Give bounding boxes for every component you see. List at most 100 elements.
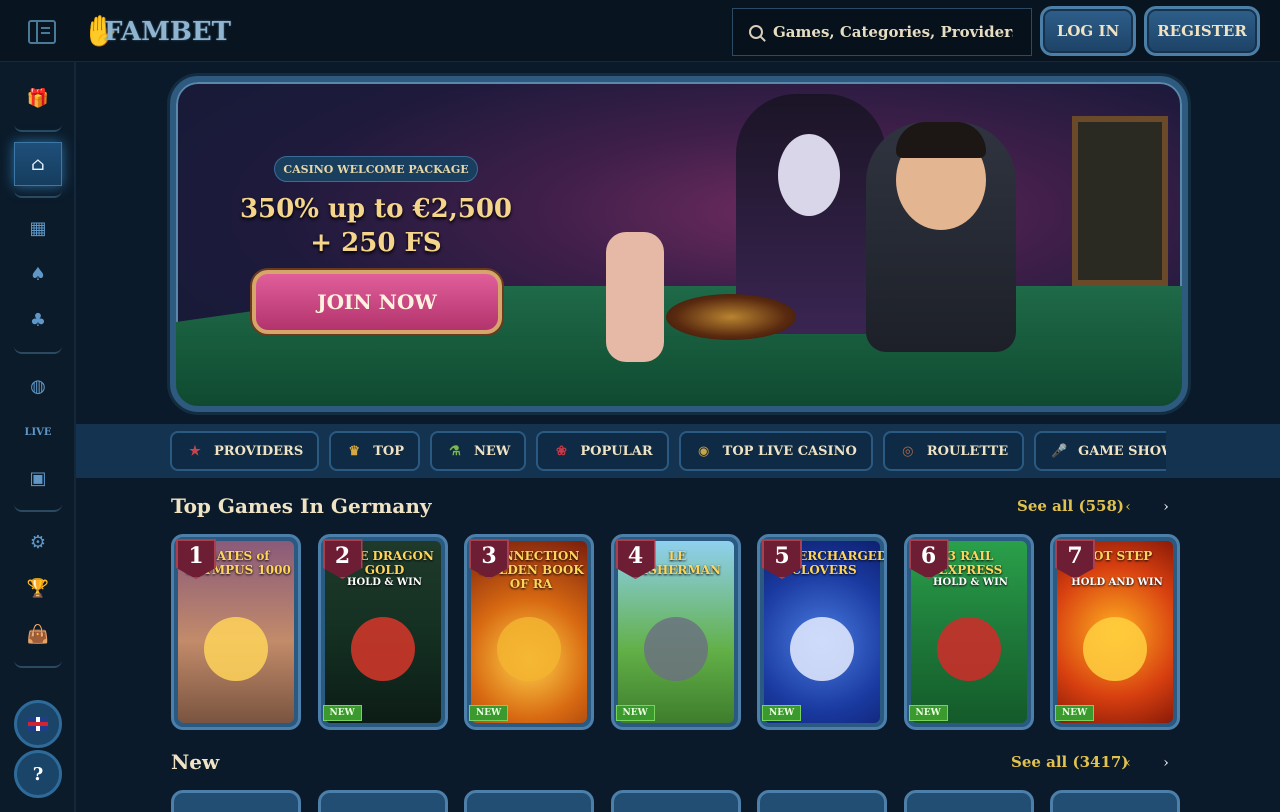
see-all-link[interactable]: See all (3417) (1011, 753, 1128, 771)
roulette-wheel-image (666, 294, 796, 340)
game-card[interactable] (610, 790, 741, 812)
game-art-shape (643, 617, 708, 681)
prev-arrow-icon[interactable]: ‹ (1118, 753, 1138, 773)
game-art-shape (350, 617, 415, 681)
game-card[interactable]: FIRE DRAGON GOLD HOLD & WIN 2 NEW (317, 534, 448, 730)
login-button[interactable]: LOG IN (1040, 6, 1136, 56)
sidebar-card-icon[interactable]: ♠ (14, 254, 62, 294)
promo-badge: CASINO WELCOME PACKAGE (274, 156, 478, 182)
category-icon: 🎤 (1051, 443, 1068, 459)
sidebar-esports-icon[interactable]: ▣ (14, 458, 62, 498)
game-card[interactable]: LE FISHERMAN 4 NEW (610, 534, 741, 730)
divider (14, 124, 62, 132)
category-icon: ♛ (348, 443, 361, 459)
game-subtitle: HOLD & WIN (933, 577, 1008, 588)
new-badge: NEW (615, 705, 655, 721)
language-button[interactable] (14, 700, 62, 748)
game-card[interactable]: SUPERCHARGED CLOVERS 5 NEW (757, 534, 887, 730)
game-card[interactable] (171, 790, 301, 812)
category-label: ROULETTE (926, 443, 1009, 459)
search-input[interactable] (773, 23, 1013, 41)
section-title: New (171, 750, 220, 774)
new-badge: NEW (1055, 705, 1095, 721)
game-art-shape (790, 617, 854, 681)
game-art-shape (497, 617, 561, 681)
uk-flag-icon (28, 717, 48, 731)
hand-logo-icon: ✋ (82, 14, 120, 49)
category-tab[interactable]: ❀ POPULAR (536, 431, 669, 471)
game-card[interactable]: GATES of OLYMPUS 1000 1 (171, 534, 301, 730)
search-box[interactable] (732, 8, 1032, 56)
category-icon: ◉ (697, 443, 710, 459)
sidebar-slot-machine-icon[interactable]: ▦ (14, 208, 62, 248)
game-subtitle: HOLD & WIN (347, 577, 422, 588)
prev-arrow-icon[interactable]: ‹ (1118, 497, 1138, 517)
category-tab[interactable]: ◉ TOP LIVE CASINO (678, 431, 873, 471)
sidebar-home-icon[interactable]: ⌂ (14, 142, 62, 186)
sidebar-trophy-icon[interactable]: 🏆 (14, 568, 62, 608)
category-icon: ◎ (902, 443, 914, 459)
category-icon: ★ (189, 443, 201, 459)
category-label: PROVIDERS (214, 443, 304, 459)
new-badge: NEW (908, 705, 948, 721)
category-icon: ❀ (555, 443, 567, 459)
help-icon: ? (32, 763, 44, 785)
help-button[interactable]: ? (14, 750, 62, 798)
category-tab[interactable]: 🎤 GAME SHOWS (1034, 431, 1166, 471)
category-tab[interactable]: ⚗ NEW (430, 431, 527, 471)
new-badge: NEW (469, 705, 509, 721)
category-icon: ⚗ (449, 443, 461, 459)
sidebar: 🎁 ⌂ ▦ ♠ ♣ ◍ LIVE ▣ ⚙ 🏆 👜 ? (0, 62, 76, 812)
category-tab[interactable]: ♛ TOP (329, 431, 420, 471)
man-character-image (866, 122, 1016, 352)
games-carousel: GATES of OLYMPUS 1000 1 FIRE DRAGON GOLD HO… (171, 534, 1187, 730)
divider (14, 190, 62, 198)
category-label: NEW (474, 443, 511, 459)
next-arrow-icon[interactable]: › (1156, 753, 1176, 773)
game-card[interactable]: HOT STEP HOLD AND WIN 7 NEW (1050, 534, 1180, 730)
game-art-shape (1083, 617, 1147, 681)
game-art-shape (204, 617, 268, 681)
category-label: TOP (373, 443, 404, 459)
game-card[interactable] (757, 790, 887, 812)
category-label: POPULAR (580, 443, 653, 459)
category-tab[interactable]: ◎ ROULETTE (882, 431, 1025, 471)
game-card[interactable] (903, 790, 1034, 812)
category-tab[interactable]: ★ PROVIDERS (170, 431, 320, 471)
game-subtitle: HOLD AND WIN (1071, 577, 1163, 588)
promo-banner[interactable]: CASINO WELCOME PACKAGE 350% up to €2,500… (170, 76, 1188, 412)
category-label: TOP LIVE CASINO (722, 443, 857, 459)
sidebar-basketball-icon[interactable]: ◍ (14, 366, 62, 406)
sidebar-shop-icon[interactable]: 👜 (14, 614, 62, 654)
search-icon (749, 25, 763, 39)
hand-character-image (606, 232, 664, 362)
divider (14, 504, 62, 512)
sidebar-gear-icon[interactable]: ⚙ (14, 522, 62, 562)
next-arrow-icon[interactable]: › (1156, 497, 1176, 517)
register-button[interactable]: REGISTER (1144, 6, 1260, 56)
sidebar-clover-icon[interactable]: ♣ (14, 300, 62, 340)
promo-headline: 350% up to €2,500 (239, 194, 513, 224)
join-now-button[interactable]: JOIN NOW (252, 270, 502, 334)
sidebar-live-icon[interactable]: LIVE (14, 412, 62, 452)
game-card[interactable] (464, 790, 594, 812)
category-scroll[interactable]: ★ PROVIDERS ♛ TOP ⚗ NEW ❀ POPULAR ◉ TOP LIVE CASI… (170, 431, 1166, 471)
see-all-link[interactable]: See all (558) (1017, 497, 1124, 515)
new-badge: NEW (322, 705, 362, 721)
sidebar-gift-icon[interactable]: 🎁 (14, 78, 62, 118)
divider (14, 346, 62, 354)
sidebar-toggle-icon[interactable] (28, 20, 56, 44)
category-label: GAME SHOWS (1078, 443, 1166, 459)
game-card[interactable]: 3 RAIL EXPRESS HOLD & WIN 6 NEW (903, 534, 1034, 730)
game-art-shape (936, 617, 1001, 681)
divider (14, 660, 62, 668)
section-title: Top Games In Germany (171, 494, 432, 518)
logo[interactable]: ✋ FAMBET (82, 12, 231, 52)
game-card[interactable]: CONNECTION GOLDEN BOOK OF RA 3 NEW (464, 534, 594, 730)
game-card[interactable] (317, 790, 448, 812)
game-card[interactable] (1050, 790, 1180, 812)
new-games-carousel (171, 790, 1187, 812)
brand-name: FAMBET (104, 17, 232, 47)
promo-subheadline: + 250 FS (310, 228, 442, 258)
portrait-frame-image (1072, 116, 1168, 286)
